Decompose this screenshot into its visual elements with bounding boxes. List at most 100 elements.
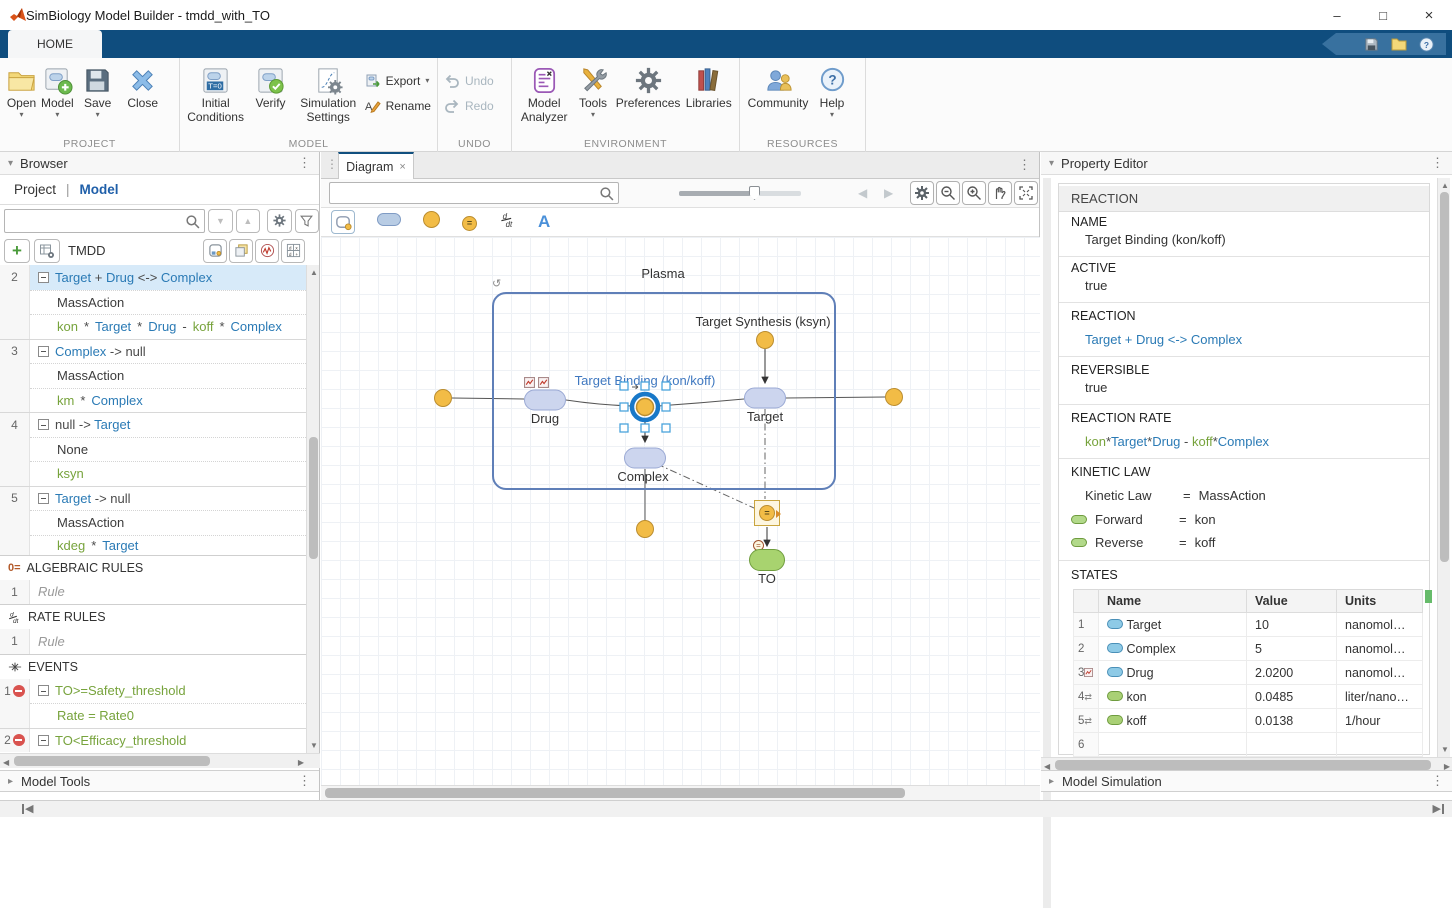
selected-reaction-node[interactable]	[619, 381, 671, 433]
export-dropdown-icon[interactable]: ▾	[425, 78, 429, 84]
redo-button[interactable]: Redo	[444, 98, 494, 114]
undo-button[interactable]: Undo	[444, 73, 494, 89]
collapse-toggle-icon[interactable]	[38, 272, 49, 283]
nav-model[interactable]: Model	[80, 182, 119, 197]
browser-header[interactable]: ▾ Browser ⋮	[0, 152, 319, 175]
zoom-slider-thumb[interactable]	[749, 186, 760, 200]
collapse-toggle-icon[interactable]	[38, 346, 49, 357]
kinetic-forward-row[interactable]: Forward = kon	[1071, 512, 1216, 527]
expand-model-simulation-icon[interactable]: ▸	[1049, 776, 1054, 787]
collapse-property-editor-icon[interactable]: ▾	[1049, 158, 1054, 169]
open-button[interactable]: Open▾	[6, 63, 37, 118]
browser-filter-button[interactable]	[295, 209, 319, 233]
reaction-law-row[interactable]: MassAction	[0, 363, 306, 388]
add-species-tool[interactable]	[377, 213, 401, 231]
scrollbar-thumb[interactable]	[325, 788, 905, 798]
save-dropdown-icon[interactable]: ▾	[96, 112, 100, 118]
help-dropdown-icon[interactable]: ▾	[830, 112, 834, 118]
quick-save-icon[interactable]	[1364, 37, 1379, 52]
species-complex[interactable]	[624, 448, 666, 469]
reaction-law-row[interactable]: MassAction	[0, 290, 306, 315]
diagram-menu-icon[interactable]: ⋮	[1018, 157, 1031, 173]
species-to[interactable]	[749, 549, 785, 571]
close-button[interactable]: ×	[1406, 0, 1452, 30]
reaction-rate-row[interactable]: kon*Target*Drug - koff*Complex	[0, 314, 306, 339]
reaction-law-row[interactable]: None	[0, 437, 306, 462]
reaction-node-drug-clearance[interactable]	[434, 389, 452, 407]
dose-badge-icon[interactable]	[538, 377, 549, 388]
states-row-kon[interactable]: 4⇄ kon 0.0485 liter/nano…	[1074, 685, 1423, 709]
search-next-button[interactable]: ▼	[208, 209, 232, 233]
section-rate-rules[interactable]: ddt RATE RULES	[0, 604, 306, 629]
open-diagram-button[interactable]	[203, 239, 227, 263]
preferences-button[interactable]: Preferences	[616, 63, 681, 111]
tab-grip-icon[interactable]: ⋮	[326, 157, 338, 171]
states-row-target[interactable]: 1 Target 10 nanomol…	[1074, 613, 1423, 637]
model-tools-bar[interactable]: ▸ Model Tools ⋮	[0, 770, 319, 792]
property-editor-menu-icon[interactable]: ⋮	[1431, 155, 1444, 171]
close-project-button[interactable]: Close	[122, 63, 164, 111]
open-dropdown-icon[interactable]: ▾	[19, 112, 23, 118]
active-value[interactable]: true	[1085, 278, 1107, 293]
species-target[interactable]	[744, 388, 786, 409]
dose-view-button[interactable]	[255, 239, 279, 263]
close-tab-icon[interactable]: ×	[399, 161, 405, 173]
browser-search-input[interactable]	[4, 209, 205, 233]
reaction-rate-value[interactable]: kon*Target*Drug - koff*Complex	[1085, 434, 1269, 449]
tools-dropdown-icon[interactable]: ▾	[591, 112, 595, 118]
reaction-row[interactable]: 3 Complex -> null	[0, 339, 306, 364]
collapse-toggle-icon[interactable]	[38, 419, 49, 430]
col-value[interactable]: Value	[1247, 590, 1337, 613]
diagram-canvas[interactable]: ↺ Plasma Target Synthesis (ksyn) Drug Ta…	[321, 237, 1040, 785]
help-button[interactable]: ? Help▾	[814, 63, 850, 118]
scrollbar-thumb[interactable]	[1440, 192, 1449, 562]
target-synthesis-label[interactable]: Target Synthesis (ksyn)	[695, 314, 830, 329]
collapse-browser-icon[interactable]: ▾	[8, 158, 13, 169]
scrollbar-thumb[interactable]	[14, 756, 210, 766]
reaction-node-complex-degradation[interactable]	[636, 520, 654, 538]
kinetic-reverse-row[interactable]: Reverse = koff	[1071, 535, 1215, 550]
pan-button[interactable]	[988, 181, 1012, 205]
browser-horizontal-scrollbar[interactable]: ◀ ▶	[0, 753, 320, 768]
browser-vertical-scrollbar[interactable]: ▲ ▼	[306, 265, 319, 753]
reaction-node-target-synthesis[interactable]	[756, 331, 774, 349]
save-button[interactable]: Save▾	[78, 63, 118, 118]
model-tools-menu-icon[interactable]: ⋮	[298, 773, 311, 789]
quick-help-icon[interactable]: ?	[1419, 37, 1434, 52]
model-analyzer-button[interactable]: Model Analyzer	[518, 63, 570, 125]
model-dropdown-icon[interactable]: ▾	[55, 112, 59, 118]
collapse-toggle-icon[interactable]	[38, 493, 49, 504]
event-row[interactable]: 2 TO<Efficacy_threshold	[0, 728, 306, 753]
tools-button[interactable]: Tools▾	[574, 63, 611, 118]
model-simulation-menu-icon[interactable]: ⋮	[1431, 773, 1444, 789]
property-vertical-scrollbar[interactable]: ▲ ▼	[1437, 178, 1450, 757]
states-row-koff[interactable]: 5⇄ koff 0.0138 1/hour	[1074, 709, 1423, 733]
diagram-search-input[interactable]	[329, 182, 619, 204]
compartment-label[interactable]: Plasma	[641, 266, 684, 281]
nav-back-icon[interactable]: ◀	[858, 186, 867, 200]
zoom-in-button[interactable]	[962, 181, 986, 205]
rotate-handle-icon[interactable]: ↺	[492, 277, 501, 290]
section-algebraic-rules[interactable]: 0= ALGEBRAIC RULES	[0, 555, 306, 580]
dose-badge-icon[interactable]	[524, 377, 535, 388]
collapse-toggle-icon[interactable]	[38, 735, 49, 746]
reaction-row[interactable]: 4 null -> Target	[0, 412, 306, 437]
reaction-row[interactable]: 5 Target -> null	[0, 486, 306, 511]
search-prev-button[interactable]: ▲	[236, 209, 260, 233]
equations-button[interactable]: dxd+	[281, 239, 305, 263]
diagram-settings-button[interactable]	[910, 181, 934, 205]
tab-diagram[interactable]: Diagram×	[338, 152, 414, 179]
reaction-rate-row[interactable]: kdeg*Target	[0, 535, 306, 555]
collapse-right-panel-icon[interactable]: ▶	[1433, 802, 1444, 815]
add-component-button[interactable]: +	[4, 239, 30, 263]
verify-button[interactable]: Verify	[249, 63, 292, 111]
add-compartment-tool[interactable]	[331, 210, 355, 234]
maximize-button[interactable]: □	[1360, 0, 1406, 30]
model-simulation-bar[interactable]: ▸ Model Simulation ⋮	[1041, 770, 1452, 792]
reversible-value[interactable]: true	[1085, 380, 1107, 395]
add-reaction-tool[interactable]	[423, 211, 440, 233]
kinetic-law-row[interactable]: Kinetic Law = MassAction	[1085, 488, 1266, 503]
table-config-button[interactable]	[34, 239, 60, 263]
algebraic-rule-row[interactable]: 1 Rule	[0, 580, 306, 605]
browser-settings-button[interactable]	[267, 209, 291, 233]
